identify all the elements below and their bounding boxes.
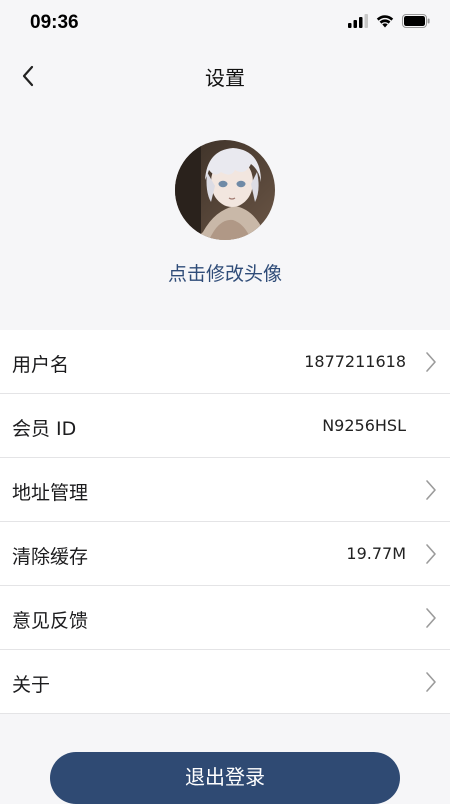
settings-row-address[interactable]: 地址管理 <box>0 458 450 522</box>
chevron-right-icon <box>426 672 436 692</box>
row-label: 清除缓存 <box>12 546 89 568</box>
row-value: 1877211618 <box>304 352 406 371</box>
row-label: 关于 <box>12 674 51 696</box>
battery-icon <box>402 14 430 28</box>
avatar-image <box>175 140 275 240</box>
chevron-right-icon <box>426 544 436 564</box>
row-label: 会员 ID <box>12 418 77 440</box>
settings-row-about[interactable]: 关于 <box>0 650 450 714</box>
settings-row-clear-cache[interactable]: 清除缓存 19.77M <box>0 522 450 586</box>
row-label: 意见反馈 <box>12 610 89 632</box>
row-label: 地址管理 <box>12 482 89 504</box>
row-label: 用户名 <box>12 354 70 376</box>
settings-row-feedback[interactable]: 意见反馈 <box>0 586 450 650</box>
settings-list: 用户名 1877211618 会员 ID N9256HSL 地址管理 清除缓存 … <box>0 330 450 714</box>
settings-row-username[interactable]: 用户名 1877211618 <box>0 330 450 394</box>
change-avatar-link[interactable]: 点击修改头像 <box>0 259 450 286</box>
signal-icon <box>348 14 368 28</box>
chevron-right-icon <box>426 608 436 628</box>
page-title: 设置 <box>205 66 245 90</box>
row-value: 19.77M <box>346 544 406 563</box>
logout-button[interactable]: 退出登录 <box>50 752 400 804</box>
chevron-right-icon <box>426 352 436 372</box>
wifi-icon <box>376 15 394 28</box>
settings-row-member-id: 会员 ID N9256HSL <box>0 394 450 458</box>
status-bar: 09:36 <box>0 0 450 46</box>
avatar[interactable] <box>175 140 275 240</box>
row-value: N9256HSL <box>322 416 406 435</box>
status-icons <box>348 14 430 28</box>
chevron-right-icon <box>426 480 436 500</box>
nav-bar: 设置 <box>0 46 450 106</box>
status-time: 09:36 <box>30 12 79 33</box>
